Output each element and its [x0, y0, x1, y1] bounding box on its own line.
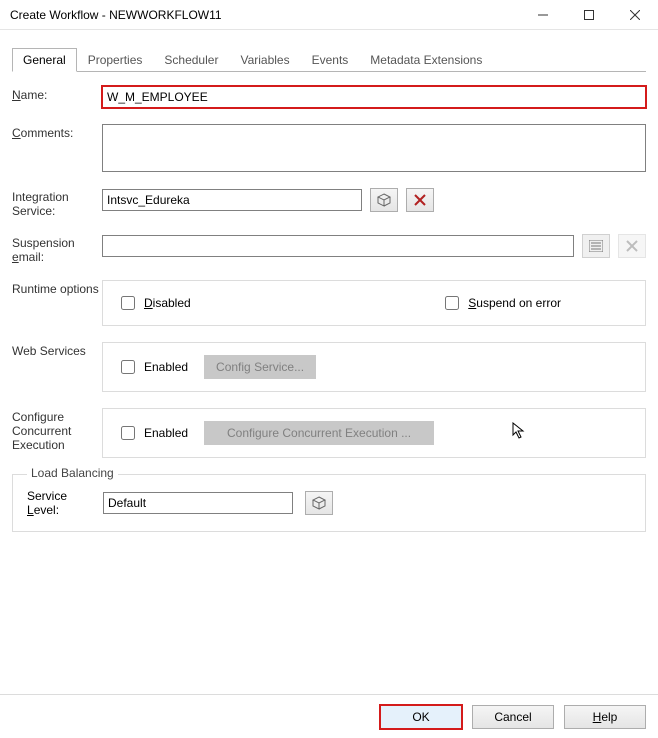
load-balancing-group: Load Balancing ServiceLevel:: [12, 474, 646, 532]
service-level-label: ServiceLevel:: [27, 489, 103, 517]
integration-service-input[interactable]: [102, 189, 362, 211]
config-service-button: Config Service...: [204, 355, 316, 379]
runtime-options-panel: Disabled Suspend on error: [102, 280, 646, 326]
suspension-email-clear-button: [618, 234, 646, 258]
window-title: Create Workflow - NEWWORKFLOW11: [10, 8, 520, 22]
load-balancing-title: Load Balancing: [27, 466, 118, 480]
concurrent-execution-label: Configure Concurrent Execution: [12, 408, 102, 452]
concurrent-enabled-wrap[interactable]: Enabled: [117, 423, 188, 443]
suspension-email-label: Suspension email:: [12, 234, 102, 264]
suspension-email-input[interactable]: [102, 235, 574, 257]
list-icon: [589, 240, 603, 252]
minimize-icon: [538, 10, 548, 20]
tab-events[interactable]: Events: [301, 48, 360, 72]
name-input[interactable]: [102, 86, 646, 108]
maximize-icon: [584, 10, 594, 20]
x-icon: [414, 194, 426, 206]
web-services-label: Web Services: [12, 342, 102, 358]
web-services-enabled-label: Enabled: [144, 360, 188, 374]
tab-metadata-extensions[interactable]: Metadata Extensions: [359, 48, 493, 72]
tab-strip: General Properties Scheduler Variables E…: [12, 48, 646, 72]
web-services-panel: Enabled Config Service...: [102, 342, 646, 392]
tab-scheduler[interactable]: Scheduler: [153, 48, 229, 72]
dialog-footer: OK Cancel Help: [0, 694, 658, 738]
config-concurrent-button: Configure Concurrent Execution ...: [204, 421, 434, 445]
disabled-checkbox[interactable]: [121, 296, 135, 310]
tab-variables[interactable]: Variables: [229, 48, 300, 72]
x-icon: [626, 240, 638, 252]
name-label: Name:: [12, 86, 102, 102]
title-bar: Create Workflow - NEWWORKFLOW11: [0, 0, 658, 30]
service-level-input[interactable]: [103, 492, 293, 514]
web-services-enabled-wrap[interactable]: Enabled: [117, 357, 188, 377]
close-icon: [630, 10, 640, 20]
web-services-enabled-checkbox[interactable]: [121, 360, 135, 374]
suspend-on-error-label: Suspend on error: [468, 296, 561, 310]
integration-service-browse-button[interactable]: [370, 188, 398, 212]
maximize-button[interactable]: [566, 0, 612, 30]
integration-service-clear-button[interactable]: [406, 188, 434, 212]
suspension-email-browse-button[interactable]: [582, 234, 610, 258]
cube-icon: [377, 193, 391, 207]
tab-properties[interactable]: Properties: [77, 48, 154, 72]
tab-general[interactable]: General: [12, 48, 77, 72]
disabled-checkbox-label: Disabled: [144, 296, 191, 310]
suspend-on-error-checkbox[interactable]: [445, 296, 459, 310]
concurrent-enabled-checkbox[interactable]: [121, 426, 135, 440]
service-level-browse-button[interactable]: [305, 491, 333, 515]
runtime-options-label: Runtime options: [12, 280, 102, 296]
concurrent-execution-panel: Enabled Configure Concurrent Execution .…: [102, 408, 646, 458]
minimize-button[interactable]: [520, 0, 566, 30]
cube-icon: [312, 496, 326, 510]
ok-button[interactable]: OK: [380, 705, 462, 729]
close-button[interactable]: [612, 0, 658, 30]
comments-textarea[interactable]: [102, 124, 646, 172]
cancel-button[interactable]: Cancel: [472, 705, 554, 729]
integration-service-label: Integration Service:: [12, 188, 102, 218]
help-button[interactable]: Help: [564, 705, 646, 729]
suspend-on-error-checkbox-wrap[interactable]: Suspend on error: [441, 293, 561, 313]
disabled-checkbox-wrap[interactable]: Disabled: [117, 293, 191, 313]
concurrent-enabled-label: Enabled: [144, 426, 188, 440]
comments-label: Comments:: [12, 124, 102, 140]
